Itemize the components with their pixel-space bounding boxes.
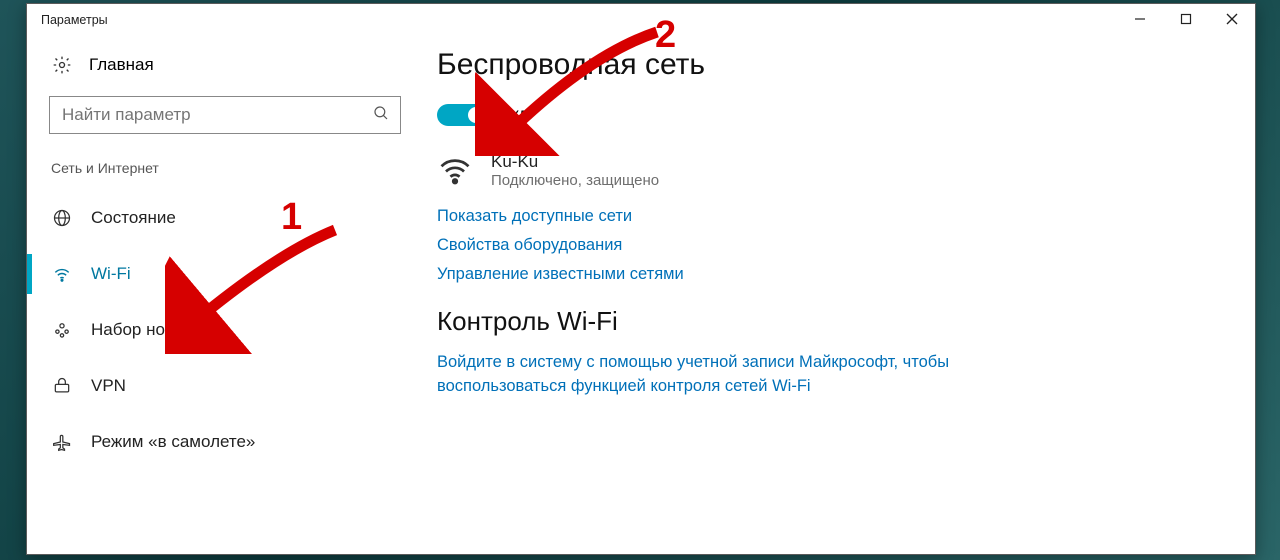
sidebar-item-vpn[interactable]: VPN	[27, 358, 413, 414]
titlebar: Параметры	[27, 4, 1255, 36]
search-input[interactable]	[60, 104, 372, 126]
sidebar-item-label: Режим «в самолете»	[91, 432, 255, 452]
link-known-networks[interactable]: Управление известными сетями	[437, 265, 1225, 284]
globe-icon	[51, 207, 73, 229]
vpn-icon	[51, 375, 73, 397]
search-box[interactable]	[49, 96, 401, 134]
sidebar-item-label: VPN	[91, 376, 126, 396]
search-icon	[372, 104, 390, 127]
sidebar: Главная Сеть и Интернет	[27, 36, 427, 554]
sidebar-home[interactable]: Главная	[51, 54, 413, 76]
sidebar-nav: Состояние Wi-Fi	[27, 190, 413, 470]
wifi-icon	[51, 263, 73, 285]
sidebar-item-label: Wi-Fi	[91, 264, 131, 284]
window-title: Параметры	[41, 13, 108, 27]
wifi-control-description[interactable]: Войдите в систему с помощью учетной запи…	[437, 351, 1057, 399]
sidebar-item-status[interactable]: Состояние	[27, 190, 413, 246]
sidebar-group-title: Сеть и Интернет	[51, 160, 413, 176]
wifi-toggle[interactable]	[437, 104, 487, 126]
sidebar-item-dialup[interactable]: Набор номера	[27, 302, 413, 358]
settings-window: Параметры Главная	[26, 3, 1256, 555]
sidebar-home-label: Главная	[89, 55, 154, 75]
main-content: Беспроводная сеть Вкл. Ku-Ku Подключено,…	[427, 36, 1255, 554]
wifi-toggle-label: Вкл.	[501, 106, 533, 124]
dialup-icon	[51, 319, 73, 341]
current-network[interactable]: Ku-Ku Подключено, защищено	[437, 152, 1225, 189]
sidebar-item-label: Состояние	[91, 208, 176, 228]
sidebar-item-label: Набор номера	[91, 320, 205, 340]
link-hardware-properties[interactable]: Свойства оборудования	[437, 236, 1225, 255]
annotation-number-1: 1	[281, 196, 302, 239]
maximize-button[interactable]	[1163, 4, 1209, 34]
network-status: Подключено, защищено	[491, 172, 659, 189]
network-name: Ku-Ku	[491, 152, 659, 172]
annotation-number-2: 2	[655, 14, 676, 57]
close-button[interactable]	[1209, 4, 1255, 34]
section-title-wifi-control: Контроль Wi-Fi	[437, 306, 1225, 337]
sidebar-item-airplane[interactable]: Режим «в самолете»	[27, 414, 413, 470]
sidebar-item-wifi[interactable]: Wi-Fi	[27, 246, 413, 302]
minimize-button[interactable]	[1117, 4, 1163, 34]
page-title: Беспроводная сеть	[437, 48, 1225, 82]
airplane-icon	[51, 431, 73, 453]
link-available-networks[interactable]: Показать доступные сети	[437, 207, 1225, 226]
window-controls	[1117, 4, 1255, 34]
gear-icon	[51, 54, 73, 76]
wifi-icon	[437, 152, 473, 188]
